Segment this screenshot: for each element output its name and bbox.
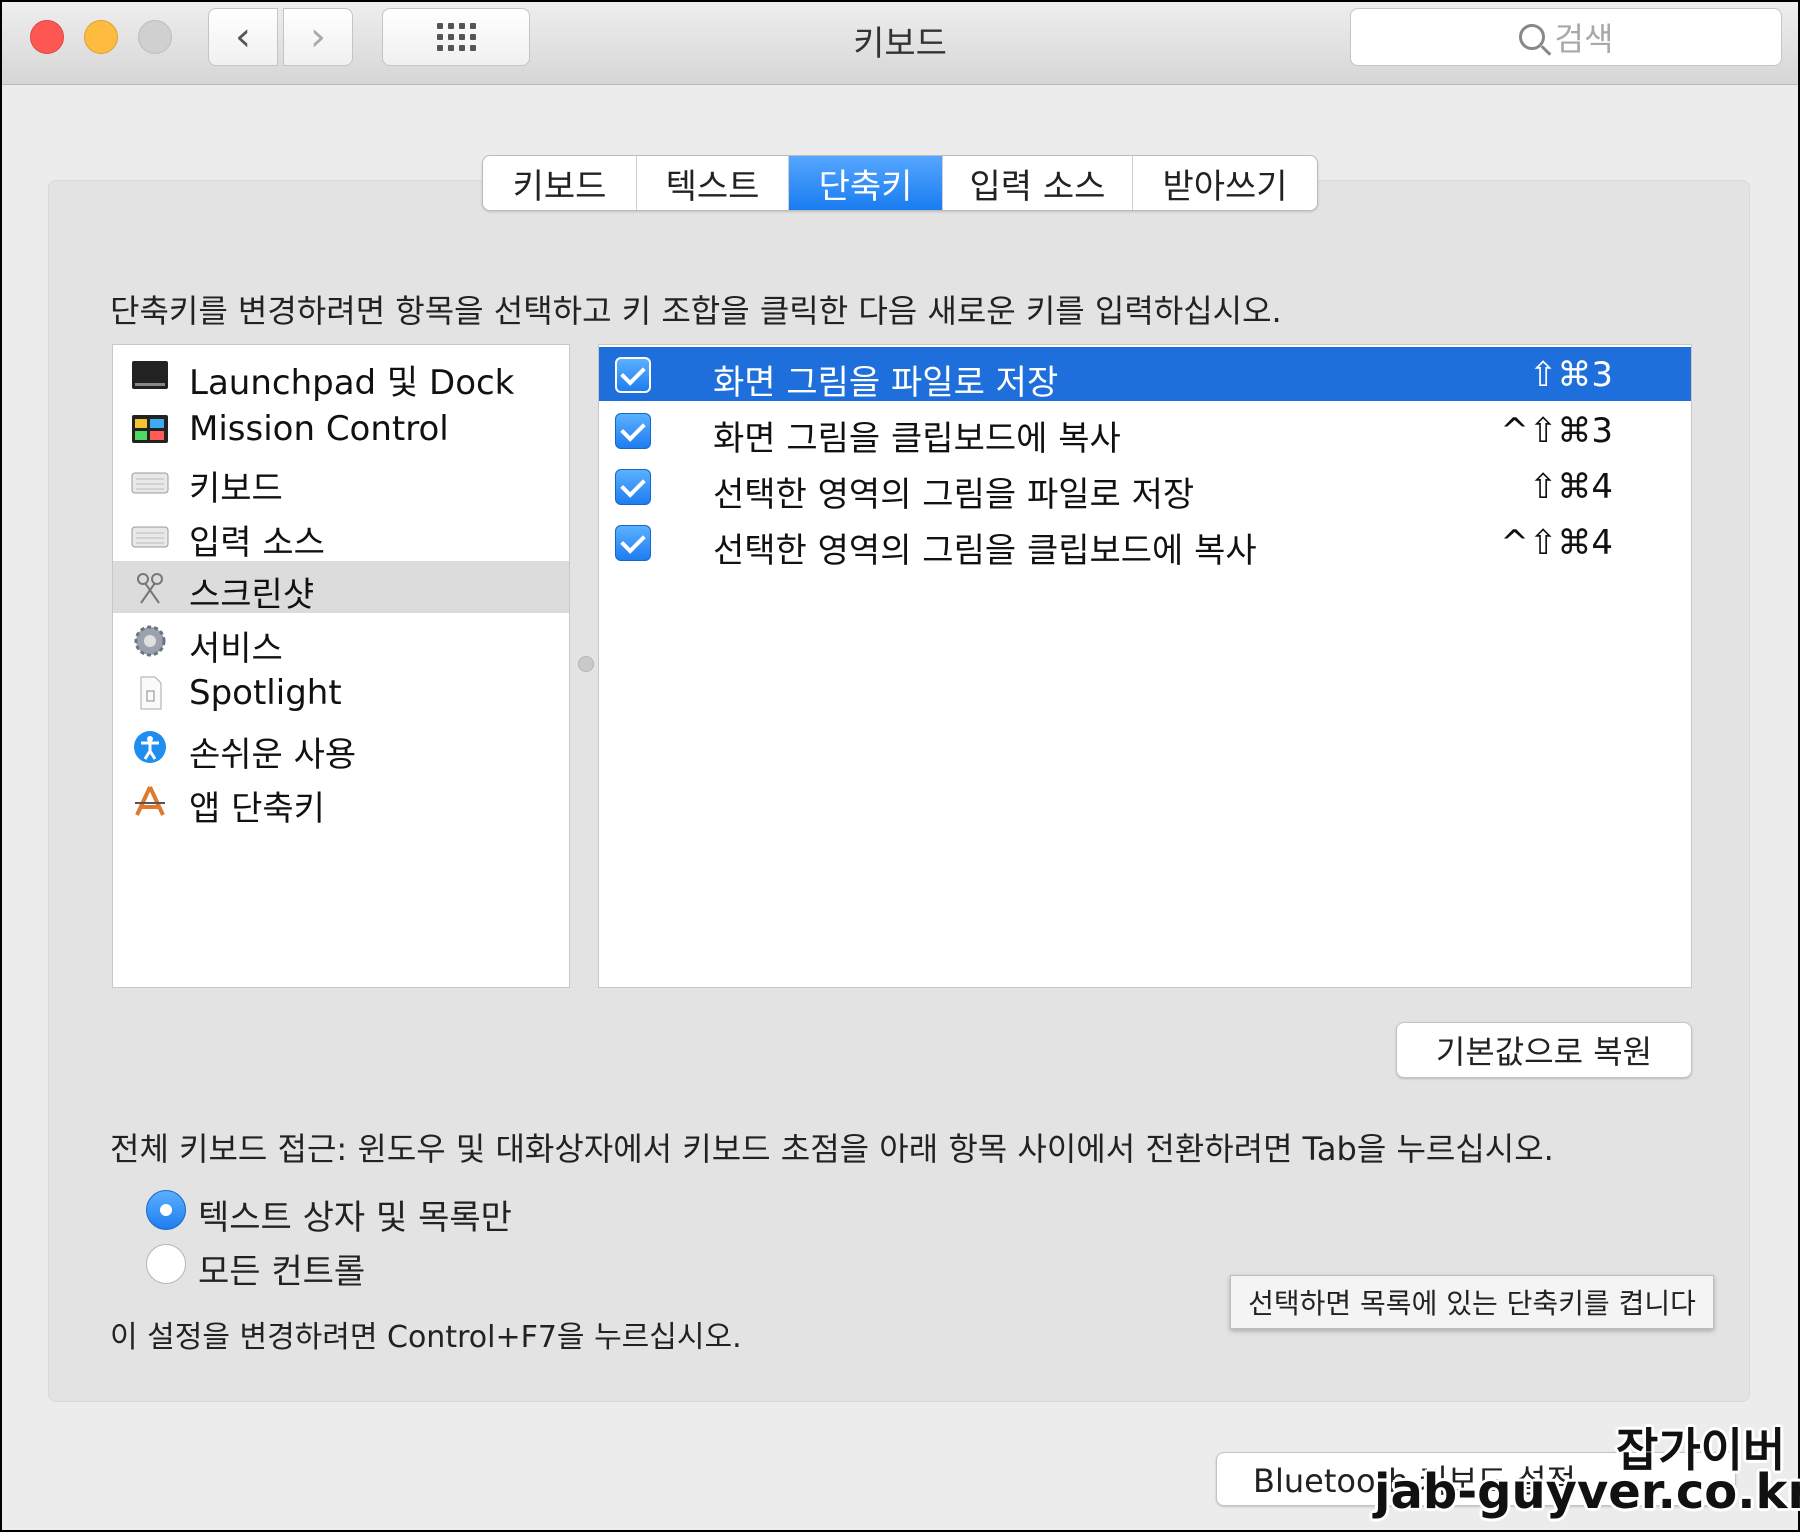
- title-bar: ‹ › 키보드 검색: [2, 2, 1798, 85]
- radio-text-boxes-only[interactable]: [146, 1190, 186, 1230]
- tab-keyboard[interactable]: 키보드: [483, 156, 637, 210]
- shortcut-keys[interactable]: ^⇧⌘3: [1500, 411, 1613, 451]
- mission-control-icon: [132, 415, 168, 443]
- keyboard-icon: [131, 472, 169, 494]
- shortcut-checkbox[interactable]: [615, 469, 651, 505]
- shortcut-row[interactable]: 화면 그림을 클립보드에 복사 ^⇧⌘3: [599, 403, 1691, 459]
- radio-label[interactable]: 텍스트 상자 및 목록만: [198, 1190, 512, 1239]
- keyboard-access-text: 전체 키보드 접근: 윈도우 및 대화상자에서 키보드 초점을 아래 항목 사이…: [110, 1130, 1554, 1168]
- keyboard-icon: [131, 526, 169, 548]
- shortcut-label: 화면 그림을 파일로 저장: [713, 363, 1059, 403]
- tooltip: 선택하면 목록에 있는 단축키를 켭니다: [1230, 1275, 1714, 1329]
- shortcut-list[interactable]: 화면 그림을 파일로 저장 ⇧⌘3 화면 그림을 클립보드에 복사 ^⇧⌘3 선…: [598, 344, 1692, 988]
- category-keyboard[interactable]: 키보드: [113, 455, 569, 509]
- search-placeholder: 검색: [1554, 20, 1614, 58]
- shortcut-row[interactable]: 선택한 영역의 그림을 파일로 저장 ⇧⌘4: [599, 459, 1691, 515]
- control-f7-note: 이 설정을 변경하려면 Control+F7을 누르십시오.: [110, 1320, 742, 1355]
- gear-icon: [134, 625, 166, 657]
- category-screenshots[interactable]: 스크린샷: [113, 561, 569, 615]
- watermark-url: jab-guyver.co.kr: [1374, 1464, 1800, 1520]
- category-label: Launchpad 및 Dock: [189, 363, 515, 403]
- shortcut-row[interactable]: 선택한 영역의 그림을 클립보드에 복사 ^⇧⌘4: [599, 515, 1691, 571]
- category-app-shortcuts[interactable]: 앱 단축키: [113, 775, 569, 829]
- restore-defaults-button[interactable]: 기본값으로 복원: [1396, 1022, 1692, 1078]
- shortcut-keys[interactable]: ⇧⌘4: [1529, 467, 1613, 507]
- category-mission-control[interactable]: Mission Control: [113, 403, 569, 455]
- category-label: 서비스: [189, 629, 283, 669]
- category-services[interactable]: 서비스: [113, 615, 569, 669]
- radio-label[interactable]: 모든 컨트롤: [198, 1244, 365, 1293]
- category-launchpad-dock[interactable]: Launchpad 및 Dock: [113, 349, 569, 403]
- document-icon: [140, 676, 162, 710]
- instruction-text: 단축키를 변경하려면 항목을 선택하고 키 조합을 클릭한 다음 새로운 키를 …: [110, 292, 1282, 330]
- shortcut-label: 선택한 영역의 그림을 파일로 저장: [713, 475, 1195, 515]
- shortcut-checkbox[interactable]: [615, 525, 651, 561]
- category-label: 입력 소스: [189, 523, 325, 563]
- tab-bar: 키보드 텍스트 단축키 입력 소스 받아쓰기: [482, 155, 1318, 211]
- shortcut-label: 선택한 영역의 그림을 클립보드에 복사: [713, 531, 1257, 571]
- category-list[interactable]: Launchpad 및 Dock Mission Control 키보드 입력 …: [112, 344, 570, 988]
- radio-all-controls[interactable]: [146, 1244, 186, 1284]
- shortcut-keys[interactable]: ^⇧⌘4: [1500, 523, 1613, 563]
- shortcut-row[interactable]: 화면 그림을 파일로 저장 ⇧⌘3: [599, 347, 1691, 403]
- app-store-icon: [135, 786, 165, 816]
- shortcut-checkbox[interactable]: [615, 357, 651, 393]
- category-label: 앱 단축키: [189, 789, 325, 829]
- category-input-sources[interactable]: 입력 소스: [113, 509, 569, 563]
- accessibility-icon: [134, 731, 166, 763]
- search-icon: [1518, 24, 1545, 50]
- search-field[interactable]: 검색: [1350, 8, 1782, 66]
- screenshot-icon: [137, 573, 163, 604]
- tab-text[interactable]: 텍스트: [637, 156, 789, 210]
- tab-input-sources[interactable]: 입력 소스: [943, 156, 1133, 210]
- tab-shortcuts[interactable]: 단축키: [789, 156, 943, 210]
- category-label: 손쉬운 사용: [189, 735, 357, 775]
- category-label: 키보드: [189, 469, 283, 509]
- category-accessibility[interactable]: 손쉬운 사용: [113, 721, 569, 775]
- shortcut-label: 화면 그림을 클립보드에 복사: [713, 419, 1121, 459]
- split-view-handle[interactable]: [578, 656, 594, 672]
- launchpad-dock-icon: [132, 361, 168, 389]
- tab-dictation[interactable]: 받아쓰기: [1133, 156, 1317, 210]
- category-label: Mission Control: [189, 409, 449, 449]
- category-label: Spotlight: [189, 673, 342, 713]
- category-label: 스크린샷: [189, 575, 315, 615]
- shortcut-keys[interactable]: ⇧⌘3: [1529, 355, 1613, 395]
- category-spotlight[interactable]: Spotlight: [113, 667, 569, 719]
- shortcut-checkbox[interactable]: [615, 413, 651, 449]
